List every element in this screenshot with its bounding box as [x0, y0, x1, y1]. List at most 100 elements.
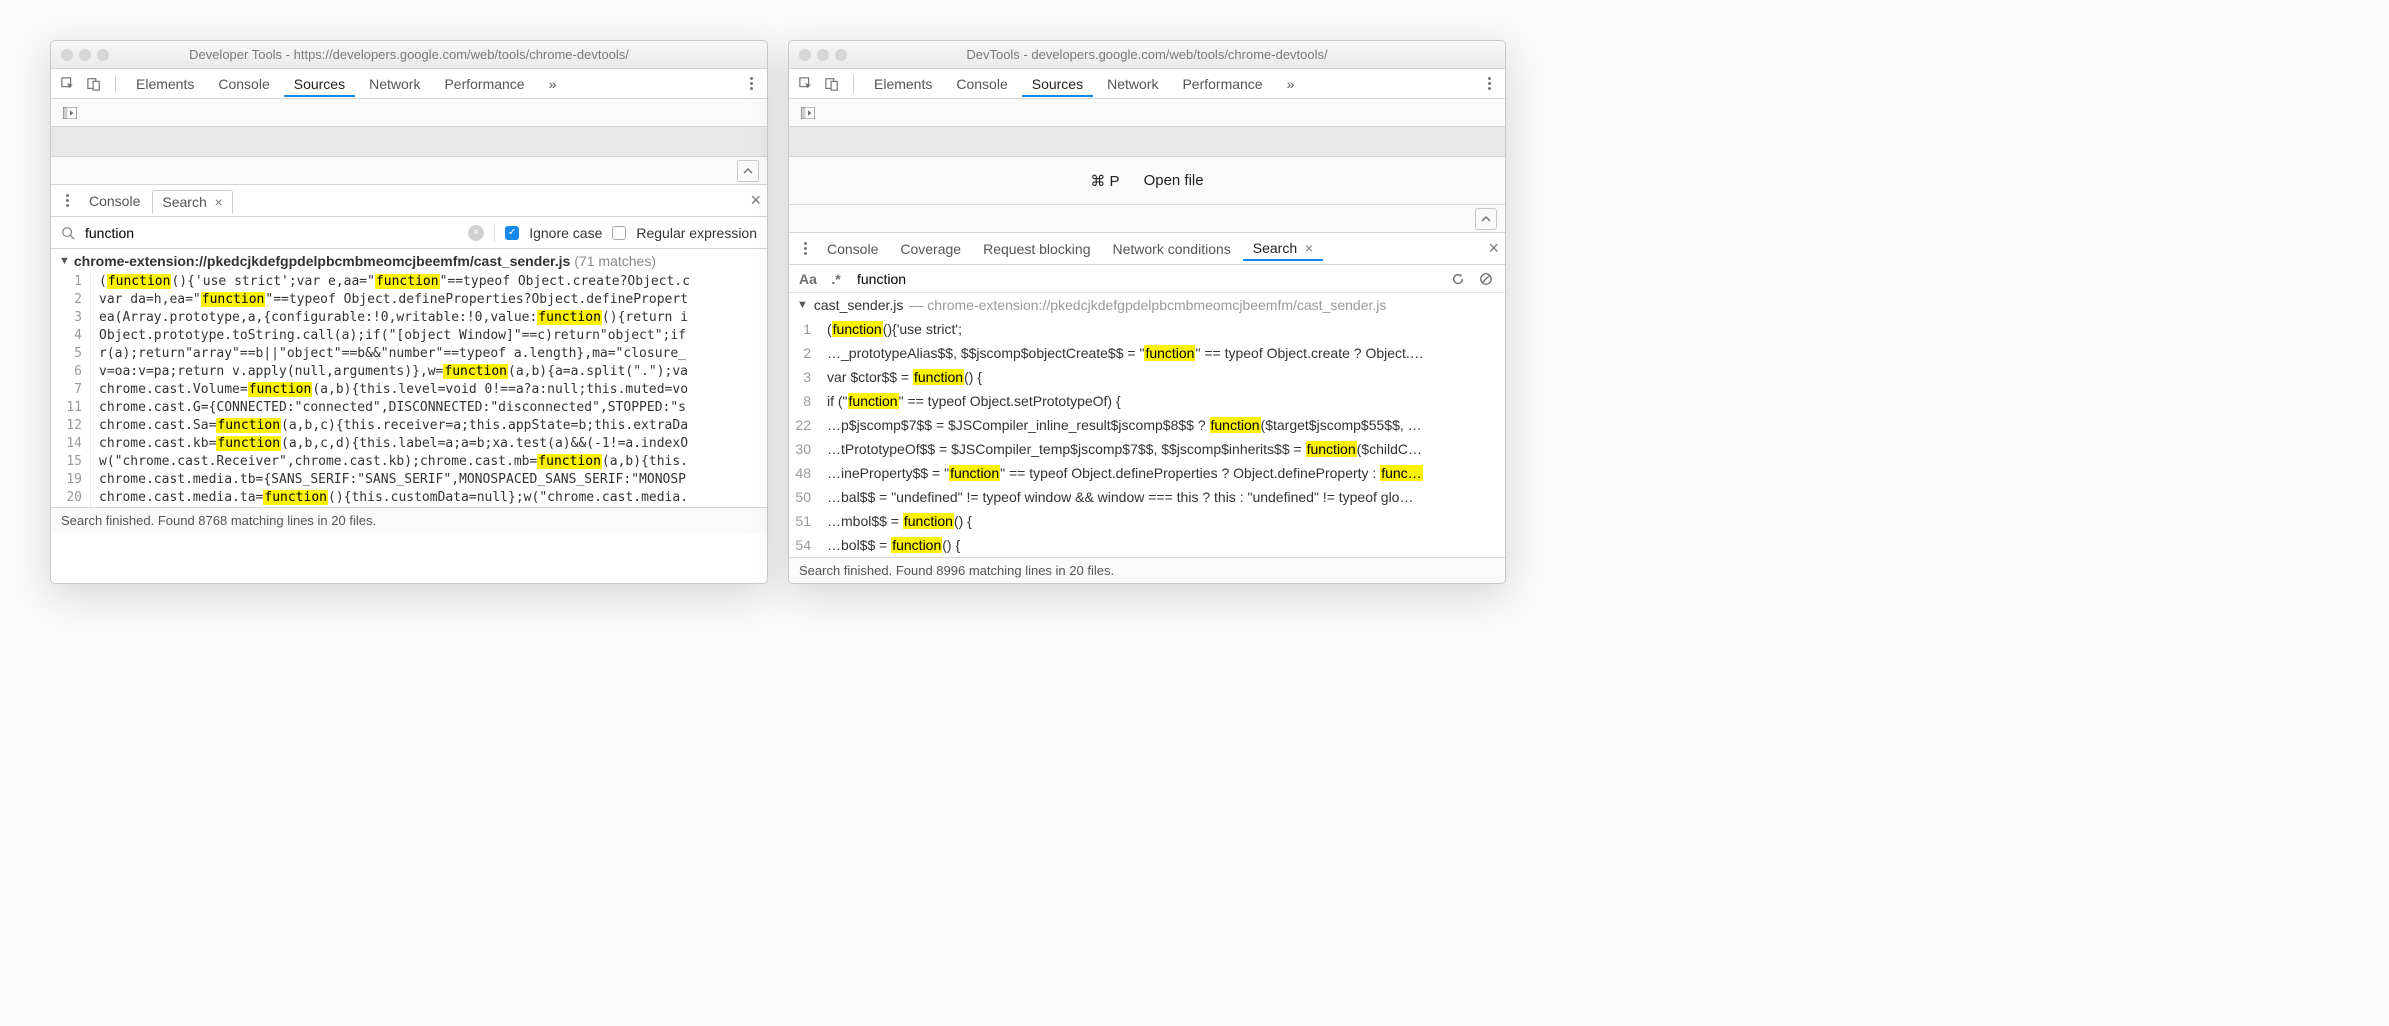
drawer-tab-request-blocking[interactable]: Request blocking — [973, 237, 1100, 261]
search-input[interactable] — [853, 271, 1441, 287]
close-light[interactable] — [799, 49, 811, 61]
zoom-light[interactable] — [97, 49, 109, 61]
close-drawer-icon[interactable]: × — [750, 190, 761, 211]
line-code: r(a);return"array"==b||"object"==b&&"num… — [91, 345, 686, 363]
result-line[interactable]: 19chrome.cast.media.tb={SANS_SERIF:"SANS… — [51, 471, 767, 489]
result-line[interactable]: 1(function(){'use strict';var e,aa="func… — [51, 273, 767, 291]
drawer-tab-network-conditions[interactable]: Network conditions — [1102, 237, 1240, 261]
drawer-tab-console[interactable]: Console — [817, 237, 888, 261]
main-menu-button[interactable] — [741, 77, 761, 90]
result-line[interactable]: 2…_prototypeAlias$$, $$jscomp$objectCrea… — [789, 341, 1505, 365]
tab-overflow[interactable]: » — [1277, 71, 1305, 97]
tab-network[interactable]: Network — [359, 71, 430, 97]
line-code: chrome.cast.kb=function(a,b,c,d){this.la… — [91, 435, 688, 453]
main-tabs: Elements Console Sources Network Perform… — [789, 69, 1505, 99]
result-line[interactable]: 11chrome.cast.G={CONNECTED:"connected",D… — [51, 399, 767, 417]
result-line[interactable]: 51…mbol$$ = function() { — [789, 509, 1505, 533]
openfile-shortcut: ⌘ P — [1090, 172, 1119, 190]
minimize-light[interactable] — [79, 49, 91, 61]
result-line[interactable]: 4Object.prototype.toString.call(a);if("[… — [51, 327, 767, 345]
drawer-menu-button[interactable] — [57, 194, 77, 207]
result-line[interactable]: 1(function(){'use strict'; — [789, 317, 1505, 341]
search-results-list: 1(function(){'use strict';2…_prototypeAl… — [789, 317, 1505, 557]
show-drawer-icon[interactable] — [737, 160, 759, 182]
result-line[interactable]: 3ea(Array.prototype,a,{configurable:!0,w… — [51, 309, 767, 327]
tab-performance[interactable]: Performance — [434, 71, 534, 97]
main-menu-button[interactable] — [1479, 77, 1499, 90]
tab-performance[interactable]: Performance — [1172, 71, 1272, 97]
result-line[interactable]: 6v=oa:v=pa;return v.apply(null,arguments… — [51, 363, 767, 381]
regex-toggle[interactable]: .* — [825, 268, 847, 290]
devtools-window-old: Developer Tools - https://developers.goo… — [50, 40, 768, 584]
close-search-tab-icon[interactable]: × — [211, 194, 223, 210]
result-line[interactable]: 50…bal$$ = "undefined" != typeof window … — [789, 485, 1505, 509]
result-line[interactable]: 2var da=h,ea="function"==typeof Object.d… — [51, 291, 767, 309]
drawer-tab-coverage[interactable]: Coverage — [890, 237, 971, 261]
tab-sources[interactable]: Sources — [1022, 71, 1093, 97]
regex-label[interactable]: Regular expression — [636, 225, 757, 241]
drawer-tabs: Console Search × × — [51, 185, 767, 217]
ignore-case-checkbox[interactable] — [505, 226, 519, 240]
tab-console[interactable]: Console — [208, 71, 279, 97]
show-navigator-icon[interactable] — [797, 102, 819, 124]
open-file-prompt[interactable]: ⌘ P Open file — [789, 157, 1505, 205]
inspect-icon[interactable] — [795, 73, 817, 95]
status-bar: Search finished. Found 8996 matching lin… — [789, 557, 1505, 583]
tab-console[interactable]: Console — [946, 71, 1017, 97]
result-line[interactable]: 7chrome.cast.Volume=function(a,b){this.l… — [51, 381, 767, 399]
result-line[interactable]: 8if ("function" == typeof Object.setProt… — [789, 389, 1505, 413]
tab-sources[interactable]: Sources — [284, 71, 355, 97]
result-line[interactable]: 30…tPrototypeOf$$ = $JSCompiler_temp$jsc… — [789, 437, 1505, 461]
main-tabs: Elements Console Sources Network Perform… — [51, 69, 767, 99]
result-line[interactable]: 22…p$jscomp$7$$ = $JSCompiler_inline_res… — [789, 413, 1505, 437]
traffic-lights[interactable] — [61, 49, 109, 61]
device-toggle-icon[interactable] — [83, 73, 105, 95]
close-search-tab-icon[interactable]: × — [1301, 240, 1313, 256]
result-line[interactable]: 20chrome.cast.media.ta=function(){this.c… — [51, 489, 767, 507]
show-navigator-icon[interactable] — [59, 102, 81, 124]
drawer-tab-search[interactable]: Search × — [152, 190, 232, 214]
tab-overflow[interactable]: » — [539, 71, 567, 97]
result-file-header[interactable]: ▼ cast_sender.js — chrome-extension://pk… — [789, 293, 1505, 317]
clear-search-icon[interactable] — [1475, 268, 1497, 290]
result-file-header[interactable]: ▼ chrome-extension://pkedcjkdefgpdelpbcm… — [51, 249, 767, 273]
result-line[interactable]: 3var $ctor$$ = function() { — [789, 365, 1505, 389]
titlebar[interactable]: DevTools - developers.google.com/web/too… — [789, 41, 1505, 69]
clear-search-icon[interactable]: × — [468, 225, 484, 241]
line-number: 12 — [51, 417, 91, 435]
search-input[interactable] — [85, 225, 458, 241]
drawer-tab-console[interactable]: Console — [79, 189, 150, 213]
show-drawer-icon[interactable] — [1475, 208, 1497, 230]
device-toggle-icon[interactable] — [821, 73, 843, 95]
result-line[interactable]: 5r(a);return"array"==b||"object"==b&&"nu… — [51, 345, 767, 363]
tab-network[interactable]: Network — [1097, 71, 1168, 97]
breadcrumb-area — [51, 127, 767, 157]
line-number: 15 — [51, 453, 91, 471]
inspect-icon[interactable] — [57, 73, 79, 95]
disclosure-triangle-icon[interactable]: ▼ — [797, 299, 808, 311]
search-results-list: 1(function(){'use strict';var e,aa="func… — [51, 273, 767, 507]
regex-checkbox[interactable] — [612, 226, 626, 240]
line-code: ea(Array.prototype,a,{configurable:!0,wr… — [91, 309, 688, 327]
refresh-search-icon[interactable] — [1447, 268, 1469, 290]
disclosure-triangle-icon[interactable]: ▼ — [59, 255, 70, 267]
match-case-toggle[interactable]: Aa — [797, 268, 819, 290]
result-line[interactable]: 48…ineProperty$$ = "function" == typeof … — [789, 461, 1505, 485]
result-line[interactable]: 54…bol$$ = function() { — [789, 533, 1505, 557]
tab-elements[interactable]: Elements — [126, 71, 204, 97]
result-line[interactable]: 12chrome.cast.Sa=function(a,b,c){this.re… — [51, 417, 767, 435]
close-light[interactable] — [61, 49, 73, 61]
drawer-menu-button[interactable] — [795, 242, 815, 255]
close-drawer-icon[interactable]: × — [1488, 238, 1499, 259]
tab-elements[interactable]: Elements — [864, 71, 942, 97]
line-number: 1 — [789, 317, 819, 341]
ignore-case-label[interactable]: Ignore case — [529, 225, 602, 241]
drawer-tab-search[interactable]: Search × — [1243, 236, 1323, 261]
source-actions-bar — [789, 205, 1505, 233]
zoom-light[interactable] — [835, 49, 847, 61]
result-line[interactable]: 14chrome.cast.kb=function(a,b,c,d){this.… — [51, 435, 767, 453]
traffic-lights[interactable] — [799, 49, 847, 61]
titlebar[interactable]: Developer Tools - https://developers.goo… — [51, 41, 767, 69]
result-line[interactable]: 15w("chrome.cast.Receiver",chrome.cast.k… — [51, 453, 767, 471]
minimize-light[interactable] — [817, 49, 829, 61]
